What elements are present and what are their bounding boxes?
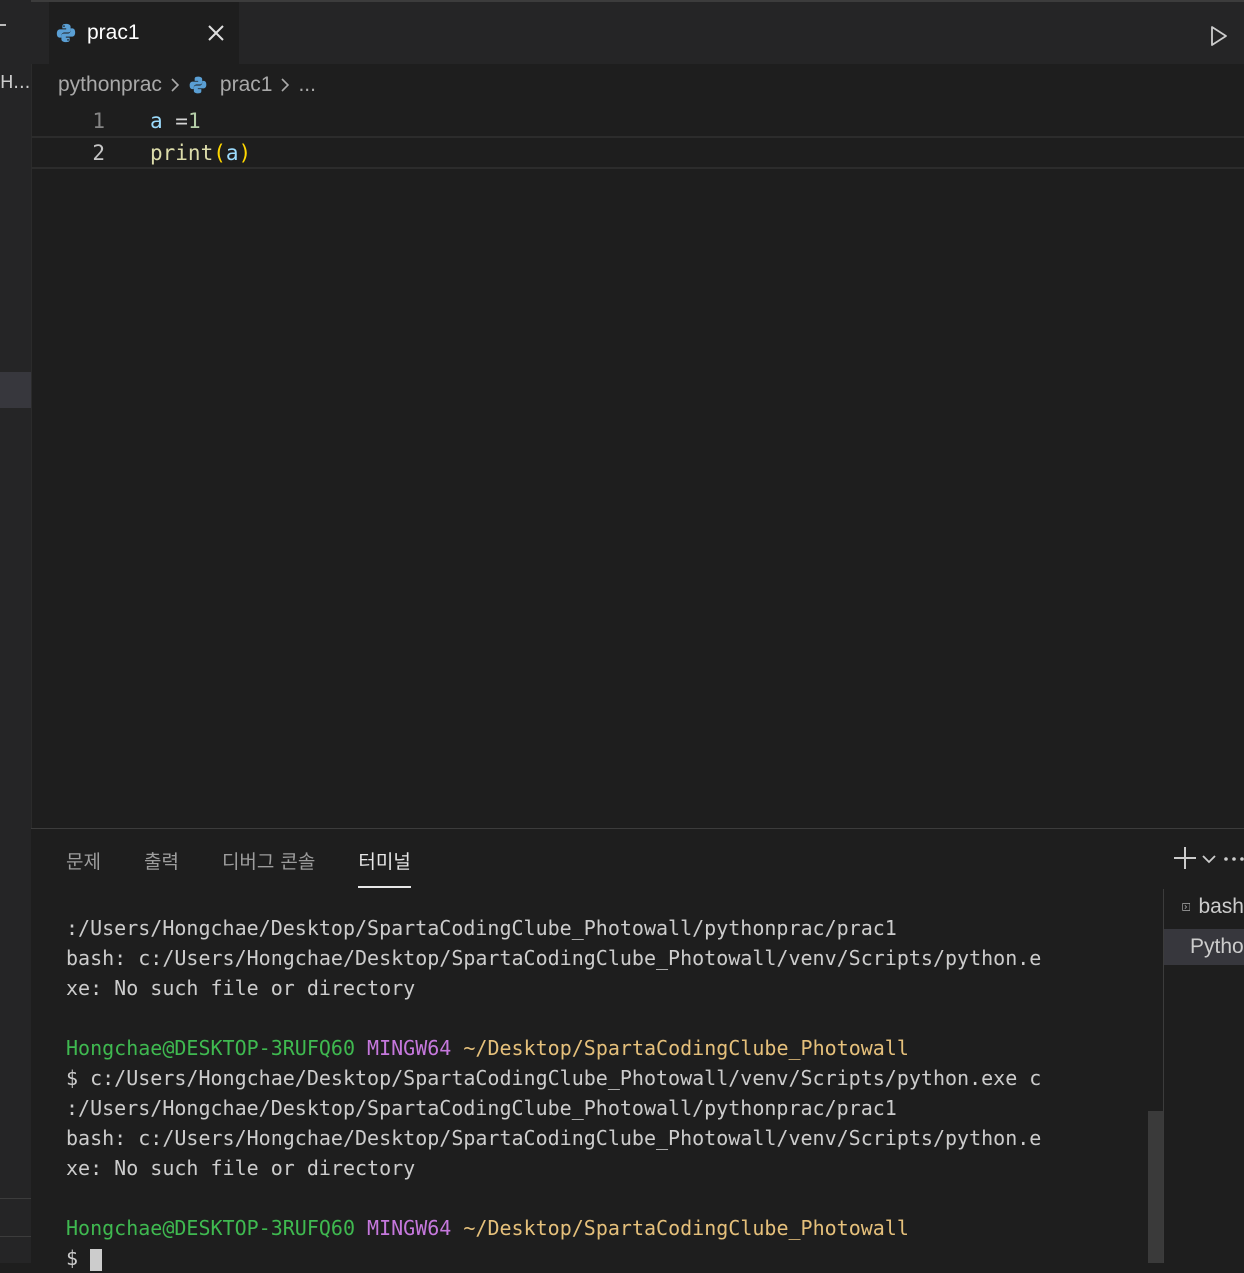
code-line[interactable]: 1 a =1 [31,104,1244,137]
line-number: 2 [92,140,105,165]
run-icon[interactable] [1208,24,1230,48]
editor-tab-bar: prac1 [31,0,1244,64]
terminal-line: bash: c:/Users/Hongchae/Desktop/SpartaCo… [66,1126,1042,1150]
sidebar-selected-item[interactable] [0,372,31,408]
prompt-path: ~/Desktop/SpartaCodingClube_Photowall [463,1216,909,1240]
tab-prac1[interactable]: prac1 [49,2,239,64]
breadcrumb-folder[interactable]: pythonprac [58,73,162,97]
code-line-current[interactable]: 2 print(a) [31,136,1244,169]
token: print [150,140,214,165]
terminal-line: :/Users/Hongchae/Desktop/SpartaCodingClu… [66,916,897,940]
chevron-right-icon [281,78,290,92]
prompt-user: Hongchae@DESKTOP-3RUFQ60 [66,1036,355,1060]
token: 1 [187,108,201,133]
python-file-icon [56,23,76,43]
more-icon[interactable] [1220,845,1244,871]
prompt-system: MINGW64 [367,1216,452,1240]
sidebar-truncated-label[interactable]: H... [0,72,30,93]
terminal-scrollbar[interactable] [1148,1111,1164,1263]
chevron-right-icon [171,78,180,92]
terminal-list: bash Python [1163,889,1244,1263]
panel-tabs: 문제 출력 디버그 콘솔 터미널 [66,847,454,888]
bottom-panel: 문제 출력 디버그 콘솔 터미널 :/Users/Hongchae/Deskto… [31,828,1244,1271]
sidebar-divider [0,1198,31,1199]
code-text: print(a) [150,141,251,165]
breadcrumb: pythonprac prac1 ... [58,68,316,102]
collapse-arrow-icon[interactable] [0,24,6,26]
tab-problems[interactable]: 문제 [66,847,101,888]
tab-debug-console[interactable]: 디버그 콘솔 [222,847,315,888]
terminal-list-label: bash [1198,895,1244,918]
code-text: a =1 [150,109,201,133]
sidebar-divider [0,1236,31,1237]
panel-actions [1172,845,1244,871]
terminal-line: :/Users/Hongchae/Desktop/SpartaCodingClu… [66,1096,897,1120]
terminal-icon [1182,903,1191,911]
code-editor[interactable]: 1 a =1 2 print(a) [31,104,1244,828]
token: ) [238,140,252,165]
terminal-line: xe: No such file or directory [66,1156,416,1180]
token: a [150,108,163,133]
token: ( [213,140,226,165]
python-file-icon [189,76,207,94]
prompt-symbol: $ [66,1246,91,1270]
plus-icon[interactable] [1172,845,1198,871]
token: = [162,108,188,133]
terminal-list-item-bash[interactable]: bash [1164,889,1244,925]
terminal-prompt-line: Hongchae@DESKTOP-3RUFQ60 MINGW64 ~/Deskt… [66,1033,1151,1063]
breadcrumb-more[interactable]: ... [298,73,316,97]
prompt-system: MINGW64 [367,1036,452,1060]
prompt-user: Hongchae@DESKTOP-3RUFQ60 [66,1216,355,1240]
tab-label: prac1 [87,21,140,44]
terminal-cursor [90,1248,103,1271]
terminal-output[interactable]: :/Users/Hongchae/Desktop/SpartaCodingClu… [66,913,1151,1273]
close-icon[interactable] [205,22,227,44]
tab-output[interactable]: 출력 [144,847,179,888]
line-number: 1 [92,108,105,133]
terminal-line: $ c:/Users/Hongchae/Desktop/SpartaCoding… [66,1066,1042,1090]
explorer-sidebar: H... [0,0,32,1263]
terminal-line: xe: No such file or directory [66,976,416,1000]
terminal-list-label: Python [1190,935,1244,958]
terminal-input-line[interactable]: $ [66,1243,1151,1273]
breadcrumb-file[interactable]: prac1 [220,73,273,97]
chevron-down-icon[interactable] [1198,845,1220,871]
terminal-prompt-line: Hongchae@DESKTOP-3RUFQ60 MINGW64 ~/Deskt… [66,1213,1151,1243]
prompt-path: ~/Desktop/SpartaCodingClube_Photowall [463,1036,909,1060]
terminal-list-item-python[interactable]: Python [1164,929,1244,965]
token: a [225,140,239,165]
terminal-line: bash: c:/Users/Hongchae/Desktop/SpartaCo… [66,946,1042,970]
tab-terminal[interactable]: 터미널 [358,847,411,888]
